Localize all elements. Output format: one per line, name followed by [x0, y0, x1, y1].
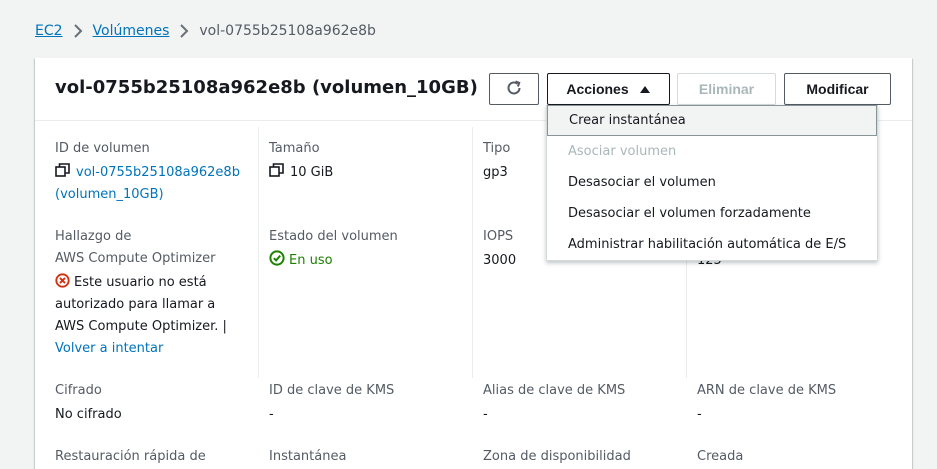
- volume-id-link[interactable]: vol-0755b25108a962e8b: [76, 165, 240, 180]
- optimizer-error: Este usuario no está: [55, 272, 207, 296]
- menu-item-create-snapshot[interactable]: Crear instantánea: [547, 105, 877, 136]
- menu-item-manage-auto-io[interactable]: Administrar habilitación automática de E…: [547, 229, 877, 260]
- volume-state-value: En uso: [269, 250, 333, 274]
- optimizer-error-text: Este usuario no está: [74, 275, 207, 290]
- volume-state-text: En uso: [289, 253, 333, 268]
- volume-state-label: Estado del volumen: [269, 229, 398, 244]
- volume-id-value[interactable]: vol-0755b25108a962e8b: [55, 162, 240, 186]
- created-label: Creada: [697, 449, 744, 464]
- kms-key-id-label: ID de clave de KMS: [269, 383, 395, 398]
- encryption-value: No cifrado: [55, 407, 122, 422]
- kms-alias-value: -: [483, 407, 488, 422]
- volume-id-label: ID de volumen: [55, 141, 150, 156]
- breadcrumb-ec2-link[interactable]: EC2: [35, 23, 63, 39]
- size-text: 10 GiB: [290, 165, 334, 180]
- breadcrumb: EC2 Volúmenes vol-0755b25108a962e8b: [35, 21, 376, 41]
- type-value: gp3: [483, 165, 508, 180]
- page-title: vol-0755b25108a962e8b (volumen_10GB): [55, 77, 478, 98]
- snapshot-label: Instantánea: [269, 449, 347, 464]
- modify-button[interactable]: Modificar: [784, 73, 891, 105]
- refresh-button[interactable]: [489, 73, 539, 105]
- caret-up-icon: [639, 81, 651, 97]
- optimizer-label-line2: AWS Compute Optimizer: [55, 251, 216, 266]
- breadcrumb-volumes-link[interactable]: Volúmenes: [93, 23, 170, 39]
- refresh-icon: [505, 79, 523, 100]
- copy-icon[interactable]: [55, 163, 70, 186]
- actions-label: Acciones: [566, 81, 629, 97]
- optimizer-error-line2: autorizado para llamar a: [55, 297, 216, 312]
- copy-icon[interactable]: [269, 163, 284, 186]
- chevron-right-icon: [73, 24, 83, 38]
- menu-item-attach-volume[interactable]: Asociar volumen: [547, 136, 877, 167]
- menu-item-force-detach-volume[interactable]: Desasociar el volumen forzadamente: [547, 198, 877, 229]
- optimizer-label: Hallazgo de: [55, 229, 132, 244]
- column-divider: [258, 127, 259, 378]
- size-label: Tamaño: [269, 141, 320, 156]
- optimizer-error-line3: AWS Compute Optimizer. |: [55, 319, 227, 334]
- actions-dropdown-button[interactable]: Acciones: [547, 73, 670, 105]
- kms-arn-value: -: [697, 407, 702, 422]
- kms-alias-label: Alias de clave de KMS: [483, 383, 626, 398]
- check-circle-icon: [269, 250, 285, 274]
- chevron-right-icon: [179, 24, 189, 38]
- menu-item-detach-volume[interactable]: Desasociar el volumen: [547, 167, 877, 198]
- volume-id-name-link[interactable]: (volumen_10GB): [55, 184, 164, 206]
- kms-key-id-value: -: [269, 407, 274, 422]
- breadcrumb-current: vol-0755b25108a962e8b: [199, 23, 376, 39]
- iops-label: IOPS: [483, 229, 514, 244]
- column-divider: [472, 127, 473, 378]
- delete-button[interactable]: Eliminar: [677, 73, 776, 105]
- actions-menu: Crear instantánea Asociar volumen Desaso…: [546, 105, 878, 261]
- error-icon: [55, 273, 70, 296]
- iops-value: 3000: [483, 253, 517, 268]
- encryption-label: Cifrado: [55, 383, 102, 398]
- fast-restore-label: Restauración rápida de: [55, 449, 206, 464]
- size-value: 10 GiB: [269, 162, 333, 186]
- kms-arn-label: ARN de clave de KMS: [697, 383, 837, 398]
- type-label: Tipo: [483, 141, 511, 156]
- retry-link[interactable]: Volver a intentar: [55, 338, 163, 360]
- availability-zone-label: Zona de disponibilidad: [483, 449, 631, 464]
